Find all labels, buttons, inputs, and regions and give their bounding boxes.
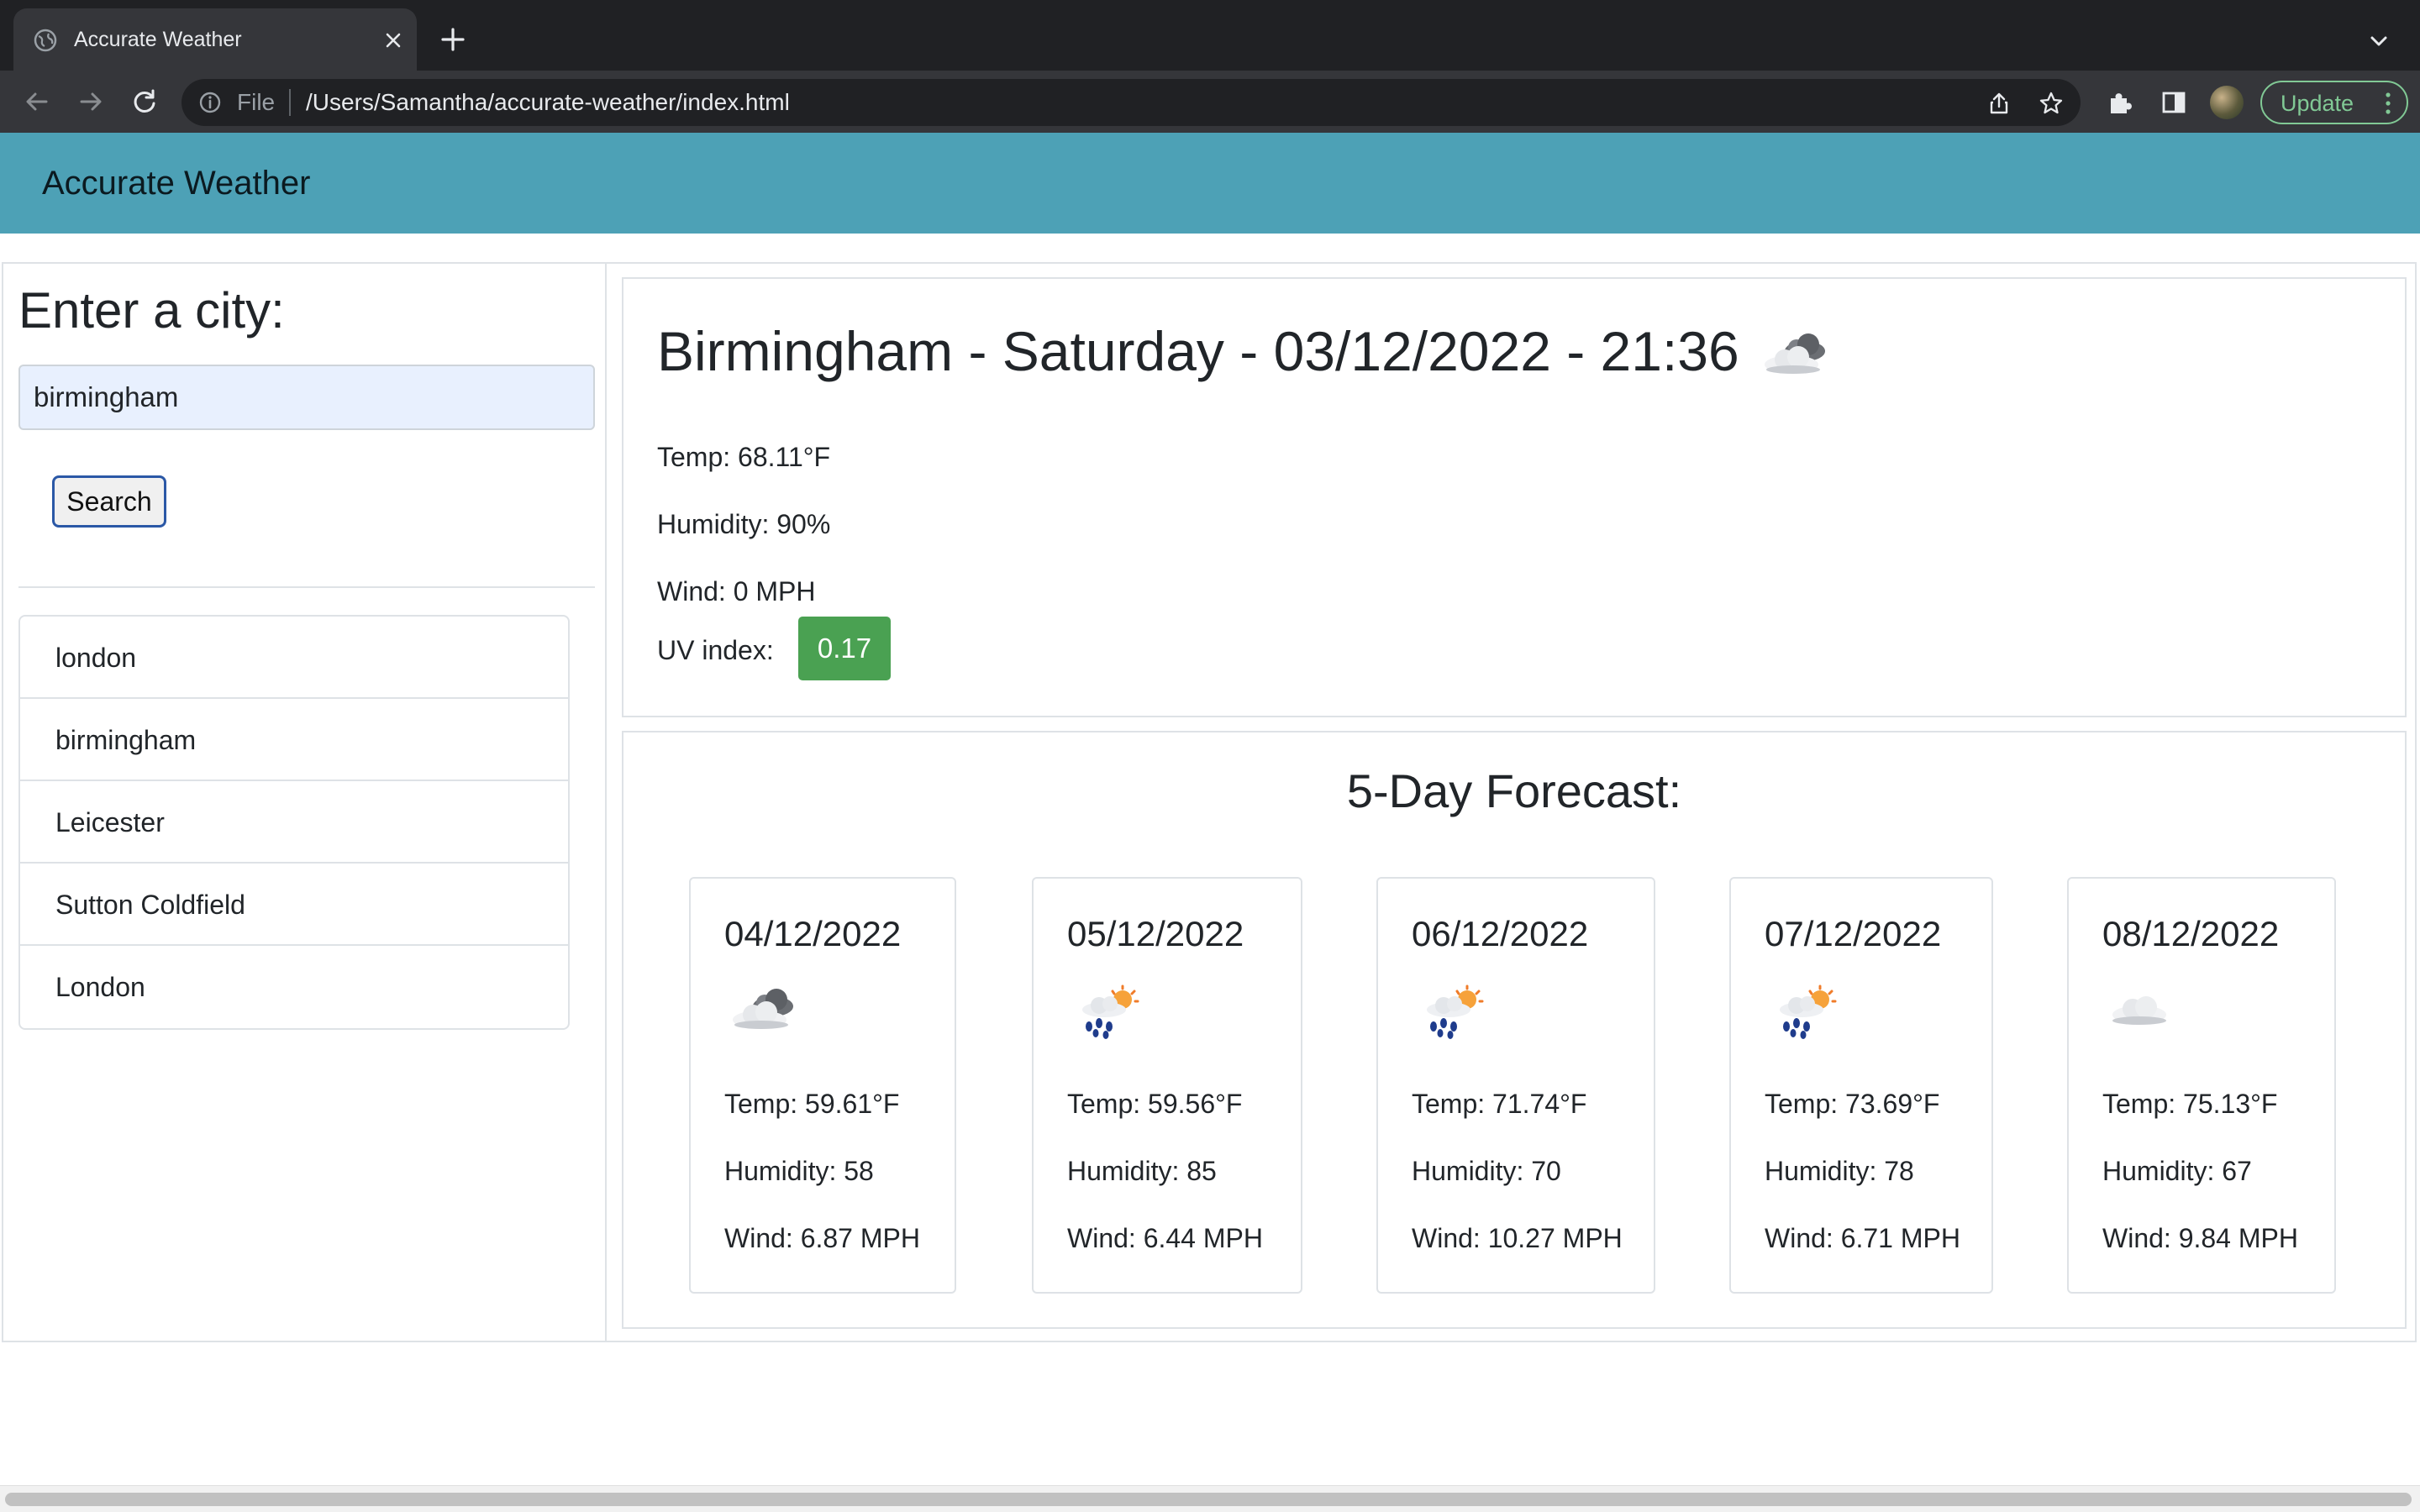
- weather-main: Birmingham - Saturday - 03/12/2022 - 21:…: [605, 262, 2417, 1342]
- forecast-card: 08/12/2022 Temp: 75.13°F Humidity: 67 Wi…: [2067, 877, 2336, 1294]
- address-bar[interactable]: File /Users/Samantha/accurate-weather/in…: [182, 79, 2081, 126]
- update-button[interactable]: Update: [2260, 81, 2408, 124]
- profile-avatar[interactable]: [2210, 86, 2244, 119]
- forecast-date: 06/12/2022: [1412, 914, 1589, 953]
- current-temp: Temp: 68.11°F: [657, 442, 831, 472]
- tab-title: Accurate Weather: [74, 28, 242, 51]
- navbar-brand[interactable]: Accurate Weather: [42, 163, 310, 203]
- forecast-temp: Temp: 59.56°F: [1067, 1089, 1243, 1119]
- side-panel-icon[interactable]: [2160, 88, 2188, 117]
- city-search-input[interactable]: [18, 365, 595, 430]
- history-item[interactable]: Leicester: [20, 781, 568, 864]
- forecast-humidity: Humidity: 85: [1067, 1156, 1217, 1186]
- sidebar-title: Enter a city:: [18, 282, 285, 339]
- broken-clouds-icon: [1765, 333, 1825, 374]
- browser-toolbar: File /Users/Samantha/accurate-weather/in…: [0, 71, 2420, 133]
- forecast-date: 05/12/2022: [1067, 914, 1244, 953]
- forecast-wind: Wind: 9.84 MPH: [2102, 1223, 2298, 1253]
- forecast-date: 04/12/2022: [724, 914, 902, 953]
- forecast-humidity: Humidity: 67: [2102, 1156, 2252, 1186]
- rain-sun-icon: [1780, 984, 1837, 1039]
- current-wind: Wind: 0 MPH: [657, 576, 816, 606]
- history-item[interactable]: birmingham: [20, 699, 568, 781]
- current-humidity: Humidity: 90%: [657, 509, 831, 539]
- forecast-wind: Wind: 6.87 MPH: [724, 1223, 920, 1253]
- search-button[interactable]: Search: [52, 475, 166, 528]
- uv-index-label: UV index:: [657, 635, 774, 665]
- app-navbar: Accurate Weather: [0, 133, 2420, 234]
- forecast-card: 04/12/2022 Temp: 59.61°F Humidity: 58 Wi…: [689, 877, 956, 1294]
- history-item[interactable]: Sutton Coldfield: [20, 864, 568, 946]
- forecast-temp: Temp: 73.69°F: [1765, 1089, 1940, 1119]
- current-city-title: Birmingham - Saturday - 03/12/2022 - 21:…: [657, 320, 1739, 382]
- update-label: Update: [2281, 91, 2354, 116]
- broken-clouds-icon: [733, 989, 793, 1029]
- kebab-menu-icon[interactable]: [2380, 91, 2396, 116]
- forecast-date: 08/12/2022: [2102, 914, 2280, 953]
- forecast-card: 06/12/2022 Temp: 71.74°F Humidity: 70 Wi…: [1376, 877, 1655, 1294]
- forecast-wind: Wind: 6.71 MPH: [1765, 1223, 1960, 1253]
- forecast-temp: Temp: 75.13°F: [2102, 1089, 2278, 1119]
- chevron-down-icon[interactable]: [2366, 29, 2391, 54]
- url-scheme-label: File: [237, 89, 276, 115]
- current-weather-card: Birmingham - Saturday - 03/12/2022 - 21:…: [622, 277, 2407, 717]
- cloud-icon: [2112, 996, 2166, 1025]
- five-day-forecast: 5-Day Forecast: 04/12/2022 Temp: 59.61°F…: [622, 731, 2407, 1329]
- rain-sun-icon: [1427, 984, 1484, 1039]
- forecast-humidity: Humidity: 78: [1765, 1156, 1914, 1186]
- forecast-humidity: Humidity: 58: [724, 1156, 874, 1186]
- uv-index-badge: 0.17: [798, 617, 891, 680]
- forecast-card: 05/12/2022 Temp: 59.56°F Humidity: 85 Wi…: [1032, 877, 1302, 1294]
- star-icon[interactable]: [2039, 91, 2064, 116]
- reload-icon[interactable]: [129, 87, 160, 117]
- forecast-temp: Temp: 71.74°F: [1412, 1089, 1587, 1119]
- forecast-humidity: Humidity: 70: [1412, 1156, 1561, 1186]
- forecast-temp: Temp: 59.61°F: [724, 1089, 900, 1119]
- browser-tab-strip: Accurate Weather: [0, 0, 2420, 71]
- forecast-date: 07/12/2022: [1765, 914, 1942, 953]
- globe-icon: [34, 29, 57, 52]
- extensions-puzzle-icon[interactable]: [2106, 88, 2134, 117]
- history-item[interactable]: london: [20, 617, 568, 699]
- scrollbar-thumb[interactable]: [5, 1493, 2412, 1506]
- close-icon[interactable]: [381, 29, 405, 52]
- back-arrow-icon[interactable]: [22, 87, 52, 117]
- sidebar-divider: [18, 586, 595, 588]
- forecast-card: 07/12/2022 Temp: 73.69°F Humidity: 78 Wi…: [1729, 877, 1993, 1294]
- forecast-wind: Wind: 6.44 MPH: [1067, 1223, 1263, 1253]
- horizontal-scrollbar[interactable]: [0, 1485, 2420, 1512]
- history-item[interactable]: London: [20, 946, 568, 1028]
- search-history-list: london birmingham Leicester Sutton Coldf…: [18, 615, 570, 1030]
- browser-tab[interactable]: Accurate Weather: [13, 8, 417, 71]
- info-icon[interactable]: [198, 91, 222, 114]
- forecast-wind: Wind: 10.27 MPH: [1412, 1223, 1623, 1253]
- search-sidebar: Enter a city: Search london birmingham L…: [2, 262, 607, 1342]
- rain-sun-icon: [1082, 984, 1139, 1039]
- address-separator: [289, 89, 291, 116]
- share-icon[interactable]: [1986, 91, 2012, 116]
- forecast-title: 5-Day Forecast:: [1346, 764, 1682, 817]
- forward-arrow-icon[interactable]: [76, 87, 106, 117]
- new-tab-plus-icon[interactable]: [439, 25, 467, 54]
- url-text[interactable]: /Users/Samantha/accurate-weather/index.h…: [306, 87, 790, 118]
